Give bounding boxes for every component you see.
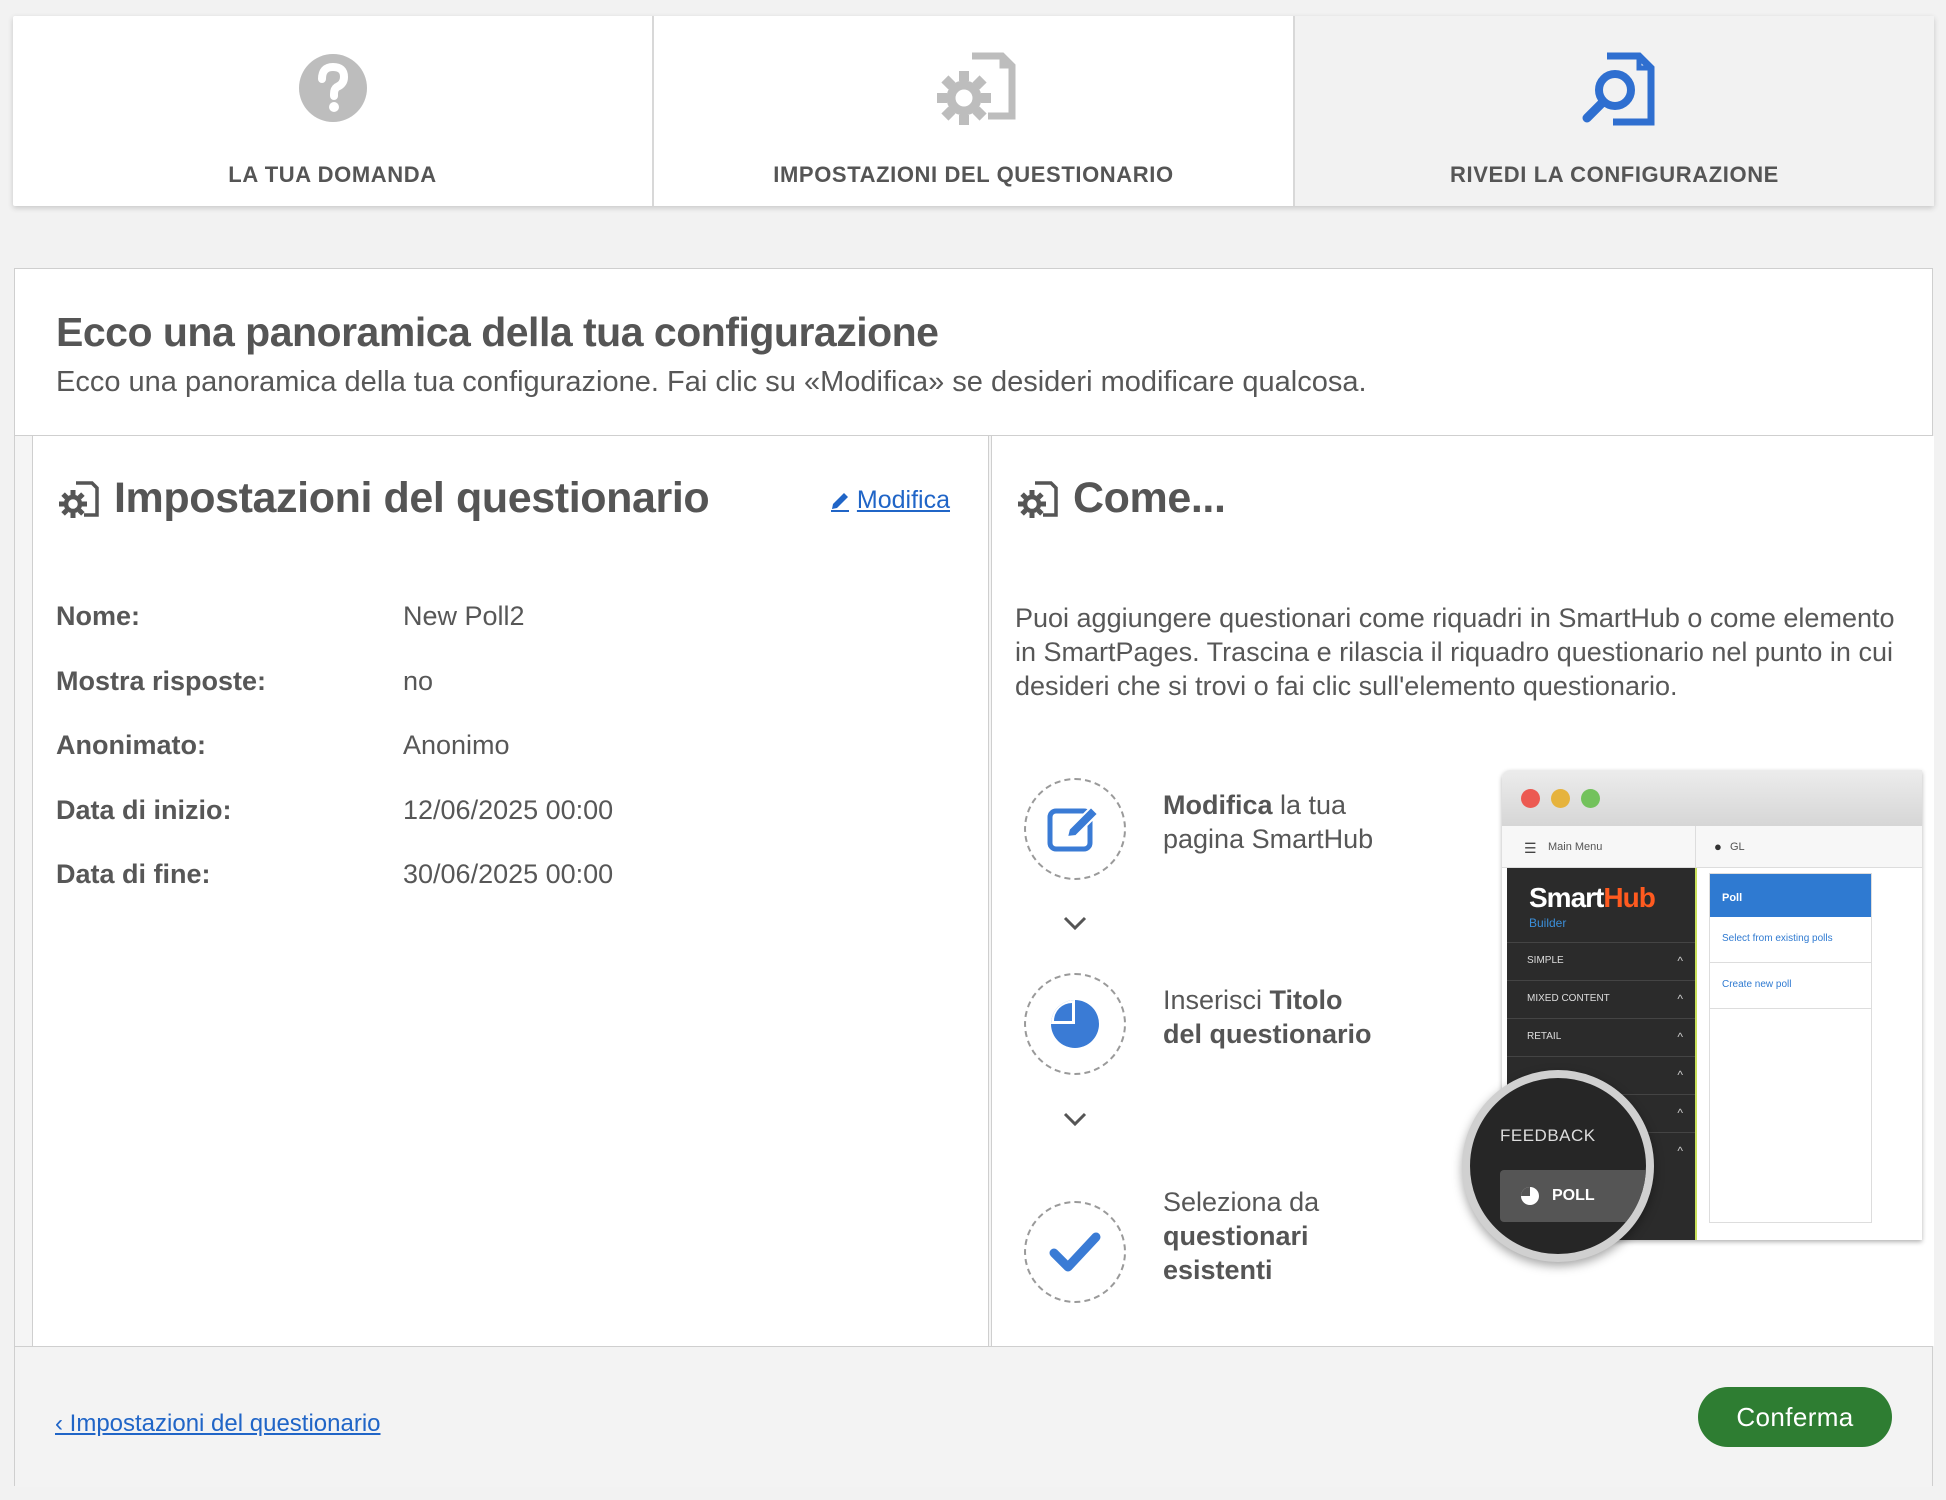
smarthub-logo: SmartHub [1529,882,1656,914]
how-step-text: Seleziona da [1163,1187,1320,1217]
hamburger-icon: ☰ [1524,840,1537,856]
how-step-label: Seleziona da questionari esistenti [1163,1185,1319,1287]
step-label: LA TUA DOMANDA [228,162,437,187]
step-label: IMPOSTAZIONI DEL QUESTIONARIO [773,162,1174,187]
wizard-stepper: LA TUA DOMANDA IMPOSTAZIONI DEL QUESTION… [13,16,1934,206]
pie-chart-icon [1521,1187,1539,1205]
smarthub-illustration: ☰ Main Menu ● GL SmartHub Builder SIMPLE… [1462,770,1922,1262]
how-step-text: pagina SmartHub [1163,824,1374,854]
settings-key: Nome: [56,601,141,631]
minimize-dot-icon [1551,789,1570,808]
settings-value: no [403,665,434,696]
create-poll-link: Create new poll [1710,963,1871,1009]
select-existing-link: Select from existing polls [1710,917,1871,963]
settings-value: Anonimo [403,730,510,760]
edit-icon [1047,805,1100,852]
chevron-down-icon [1063,1112,1087,1127]
logo-smart: Smart [1529,882,1604,913]
step-impostazioni[interactable]: IMPOSTAZIONI DEL QUESTIONARIO [652,16,1293,206]
logo-hub: Hub [1603,882,1655,913]
panels: Impostazioni del questionario Modifica N… [15,436,1934,1346]
settings-document-icon [1018,480,1058,518]
settings-key: Data di inizio: [56,794,232,825]
back-link[interactable]: ‹ Impostazioni del questionario [55,1410,381,1438]
pencil-icon [830,492,849,512]
card-footer: ‹ Impostazioni del questionario Conferma [15,1346,1932,1487]
illustration-menubar: ☰ Main Menu ● GL [1502,826,1922,868]
chevron-down-icon [1063,916,1087,931]
how-step-bold: Titolo [1269,985,1343,1015]
lens-poll-label: POLL [1552,1187,1595,1204]
step-la-tua-domanda[interactable]: LA TUA DOMANDA [13,16,652,206]
page-subtitle: Ecco una panoramica della tua configuraz… [56,366,1367,398]
settings-value: New Poll2 [403,601,525,631]
settings-row: Mostra risposte: no [56,666,613,731]
illustration-content: Poll Select from existing polls Create n… [1695,868,1922,1240]
how-panel-header: Come... [1015,474,1226,523]
edit-link-label: Modifica [856,486,950,514]
settings-panel-title: Impostazioni del questionario [114,474,710,522]
settings-document-icon [936,52,1015,125]
settings-key: Anonimato: [56,730,206,760]
lens-feedback-label: FEEDBACK [1500,1126,1596,1145]
globe-icon: ● [1714,839,1722,854]
confirm-button[interactable]: Conferma [1698,1387,1892,1447]
how-panel: Come... Puoi aggiungere questionari come… [991,436,1934,1346]
settings-row: Nome: New Poll2 [56,601,613,666]
how-step-label: Modifica la tua pagina SmartHub [1163,788,1373,856]
how-description: Puoi aggiungere questionari come riquadr… [1015,603,1895,701]
pie-chart-icon [1051,1000,1099,1048]
lens-poll-button: POLL [1500,1170,1646,1222]
settings-row: Data di inizio: 12/06/2025 00:00 [56,795,613,860]
menu-divider [1695,826,1696,868]
edit-link[interactable]: Modifica [829,486,950,515]
settings-panel: Impostazioni del questionario Modifica N… [32,436,989,1346]
logo-subtitle: Builder [1529,916,1567,930]
how-step-label: Inserisci Titolo del questionario [1163,983,1372,1051]
illustration-titlebar [1502,770,1922,826]
review-document-icon [1582,52,1654,126]
sidebar-section: SIMPLE [1507,942,1695,980]
page-title: Ecco una panoramica della tua configuraz… [56,309,939,355]
how-step-text: Inserisci [1163,985,1270,1015]
poll-panel-header: Poll [1710,874,1871,917]
magnifier-lens: FEEDBACK POLL [1462,1070,1654,1262]
settings-row: Anonimato: Anonimo [56,730,613,795]
how-step-bold: esistenti [1163,1255,1273,1285]
sidebar-section: RETAIL [1507,1018,1695,1056]
how-step-circle [1024,778,1126,880]
poll-panel: Poll Select from existing polls Create n… [1709,873,1872,1223]
how-step-bold: questionari [1163,1221,1309,1251]
settings-row: Data di fine: 30/06/2025 00:00 [56,859,613,924]
step-label: RIVEDI LA CONFIGURAZIONE [1450,162,1779,187]
settings-value: 30/06/2025 00:00 [403,859,614,889]
panel-gutter [15,436,32,1346]
close-dot-icon [1521,789,1540,808]
maximize-dot-icon [1581,789,1600,808]
how-step-bold: Modifica [1163,790,1273,820]
settings-key: Data di fine: [56,859,211,889]
how-step-bold: del questionario [1163,1019,1372,1049]
check-icon [1049,1232,1101,1272]
card-header: Ecco una panoramica della tua configuraz… [15,269,1932,436]
question-icon [298,54,367,122]
sidebar-section: MIXED CONTENT [1507,980,1695,1018]
language-label: GL [1730,841,1745,853]
settings-value: 12/06/2025 00:00 [403,794,614,825]
settings-key: Mostra risposte: [56,665,267,696]
how-step-text: la tua [1272,790,1347,820]
how-panel-title: Come... [1073,474,1226,522]
settings-list: Nome: New Poll2 Mostra risposte: no Anon… [56,601,613,924]
settings-document-icon [59,480,99,518]
review-card: Ecco una panoramica della tua configuraz… [14,268,1934,1487]
how-step-circle [1024,973,1126,1075]
settings-panel-header: Impostazioni del questionario [56,474,710,523]
main-menu-label: Main Menu [1548,841,1603,853]
step-rivedi-configurazione[interactable]: RIVEDI LA CONFIGURAZIONE [1293,16,1934,206]
how-step-circle [1024,1201,1126,1303]
